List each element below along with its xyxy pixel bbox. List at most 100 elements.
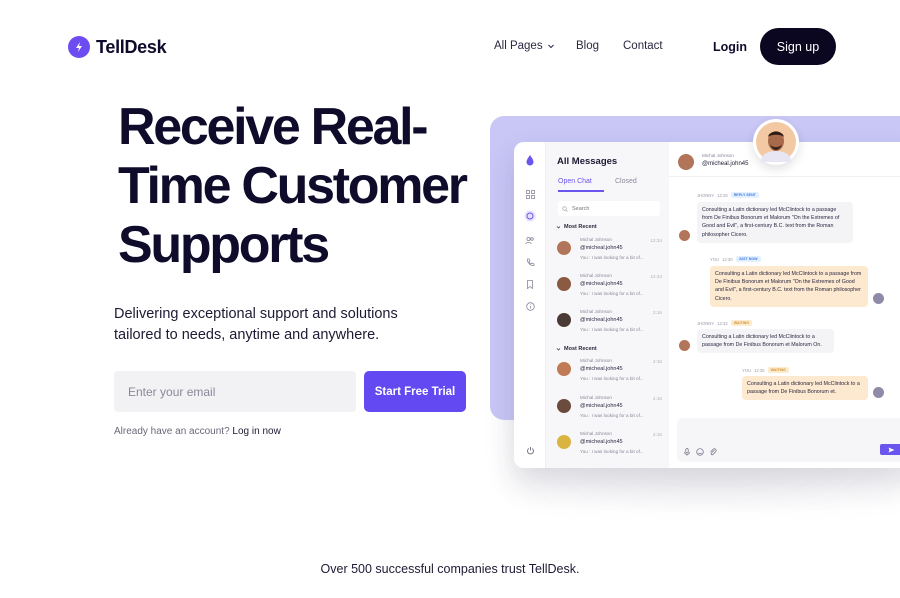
section-most-recent-1[interactable]: Most Recent: [556, 224, 597, 230]
bookmark-icon[interactable]: [524, 278, 536, 290]
message-meta: JHONNY 12:32 WAITING: [697, 320, 753, 326]
login-link[interactable]: Login: [713, 40, 747, 54]
microphone-icon[interactable]: [683, 448, 691, 456]
avatar: [557, 362, 571, 376]
conversation-contact-handle: @micheal.john45: [702, 161, 749, 167]
message-time: 12:32: [717, 320, 728, 326]
chat-item-name: Michal Johnson: [580, 237, 612, 242]
chat-item-name: Michal Johnson: [580, 309, 612, 314]
chat-item-handle: @micheal.john45: [580, 439, 623, 445]
avatar: [557, 435, 571, 449]
users-icon[interactable]: [524, 234, 536, 246]
avatar: [557, 277, 571, 291]
section-most-recent-2[interactable]: Most Recent: [556, 346, 597, 352]
chat-item-handle: @micheal.john45: [580, 245, 623, 251]
emoji-icon[interactable]: [696, 448, 704, 456]
chat-item-name: Michal Johnson: [580, 358, 612, 363]
chevron-down-icon: [547, 44, 554, 49]
nav-all-pages[interactable]: All Pages: [494, 40, 555, 52]
chat-item-handle: @micheal.john45: [580, 366, 623, 372]
brand-name: TellDesk: [96, 36, 167, 57]
hero-subtitle: Delivering exceptional support and solut…: [114, 304, 444, 346]
send-button[interactable]: [880, 444, 900, 455]
drop-logo-icon: [524, 154, 536, 166]
info-icon[interactable]: [524, 300, 536, 312]
tab-closed[interactable]: Closed: [615, 178, 637, 185]
chat-item-time: 12:34: [650, 274, 663, 279]
hero-title-line-3: Supports: [118, 216, 478, 275]
message-sender: JHONNY: [697, 320, 715, 326]
message-bubble-outgoing: Consulting a Latin dictionary led McClin…: [710, 266, 868, 307]
chat-item-preview: You : I was looking for a bit of...: [580, 376, 644, 381]
status-badge: WAITING: [730, 320, 753, 326]
chat-search[interactable]: [558, 201, 660, 216]
chat-list-item[interactable]: Michal Johnson @micheal.john45 You : I w…: [554, 358, 662, 390]
message-composer[interactable]: [677, 418, 900, 462]
avatar: [678, 154, 694, 170]
start-free-trial-button[interactable]: Start Free Trial: [364, 371, 466, 412]
chat-item-time: 12:34: [650, 238, 663, 243]
send-icon: [888, 447, 894, 452]
chat-item-name: Michal Johnson: [580, 273, 612, 278]
chat-search-input[interactable]: [572, 205, 652, 212]
mockup-sidebar-rail: [514, 142, 546, 468]
email-input[interactable]: [114, 371, 356, 412]
message-sender: JHONNY: [697, 192, 715, 198]
hero-title-line-1: Receive Real-: [118, 98, 429, 156]
chat-item-time: 2:16: [653, 359, 662, 364]
hero-title-line-2: Time Customer: [118, 157, 468, 215]
avatar: [679, 230, 690, 241]
attachment-icon[interactable]: [709, 448, 717, 456]
power-icon[interactable]: [524, 444, 536, 456]
avatar: [557, 313, 571, 327]
message-meta: JHONNY 12:25 REPLY SENT: [697, 192, 759, 198]
message-sender: YOU: [710, 256, 720, 262]
message-bubble-incoming: Consulting a Latin dictionary led McClin…: [697, 202, 853, 243]
chat-list-item[interactable]: Michal Johnson @micheal.john45 You : I w…: [554, 237, 662, 269]
chat-item-preview: You : I was looking for a bit of...: [580, 413, 644, 418]
phone-icon[interactable]: [524, 256, 536, 268]
nav-contact[interactable]: Contact: [623, 40, 663, 52]
chat-item-preview: You : I was looking for a bit of...: [580, 449, 644, 454]
floating-avatar: [753, 119, 799, 169]
tab-open-chat[interactable]: Open Chat: [558, 178, 592, 185]
avatar: [557, 399, 571, 413]
chat-icon[interactable]: [524, 210, 536, 222]
nav-all-pages-label: All Pages: [494, 40, 543, 52]
active-tab-indicator: [558, 190, 604, 192]
avatar: [873, 387, 884, 398]
section-label: Most Recent: [564, 224, 597, 230]
chat-item-name: Michal Johnson: [580, 395, 612, 400]
chat-list-item[interactable]: Michal Johnson @micheal.john45 You : I w…: [554, 273, 662, 305]
chat-item-preview: You : I was looking for a bit of...: [580, 327, 644, 332]
signup-button[interactable]: Sign up: [760, 28, 836, 65]
chat-list-item[interactable]: Michal Johnson @micheal.john45 You : I w…: [554, 395, 662, 427]
nav-blog[interactable]: Blog: [576, 40, 599, 52]
message-bubble-outgoing: Consulting a Latin dictionary led McClin…: [742, 376, 868, 401]
grid-icon[interactable]: [524, 188, 536, 200]
chat-list-item[interactable]: Michal Johnson @micheal.john45 You : I w…: [554, 309, 662, 341]
chat-item-time: 2:16: [653, 432, 662, 437]
avatar: [557, 241, 571, 255]
message-bubble-incoming: Consulting a Latin dictionary led McClin…: [697, 329, 834, 354]
chat-item-handle: @micheal.john45: [580, 317, 623, 323]
logo[interactable]: TellDesk: [68, 36, 167, 58]
chat-item-preview: You : I was looking for a bit of...: [580, 291, 644, 296]
section-label: Most Recent: [564, 346, 597, 352]
login-prompt-text: Already have an account?: [114, 426, 230, 437]
conversation-contact-name: Michal Johnson: [702, 153, 734, 158]
avatar: [679, 340, 690, 351]
chat-item-handle: @micheal.john45: [580, 403, 623, 409]
chat-item-time: 2:16: [653, 310, 662, 315]
login-now-link[interactable]: Log in now: [232, 426, 280, 437]
search-icon: [562, 205, 568, 212]
hero-title: Receive Real- Time Customer Supports: [118, 98, 478, 275]
all-messages-title: All Messages: [557, 156, 618, 167]
message-sender: YOU: [742, 367, 752, 373]
status-badge: JUST NOW: [735, 256, 761, 262]
trust-statement: Over 500 successful companies trust Tell…: [320, 562, 580, 576]
conversation-panel: Michal Johnson @micheal.john45 JHONNY 12…: [669, 142, 900, 468]
chat-list-panel: All Messages Open Chat Closed Most Recen…: [546, 142, 669, 468]
divider: [669, 176, 900, 177]
chat-list-item[interactable]: Michal Johnson @micheal.john45 You : I w…: [554, 431, 662, 463]
